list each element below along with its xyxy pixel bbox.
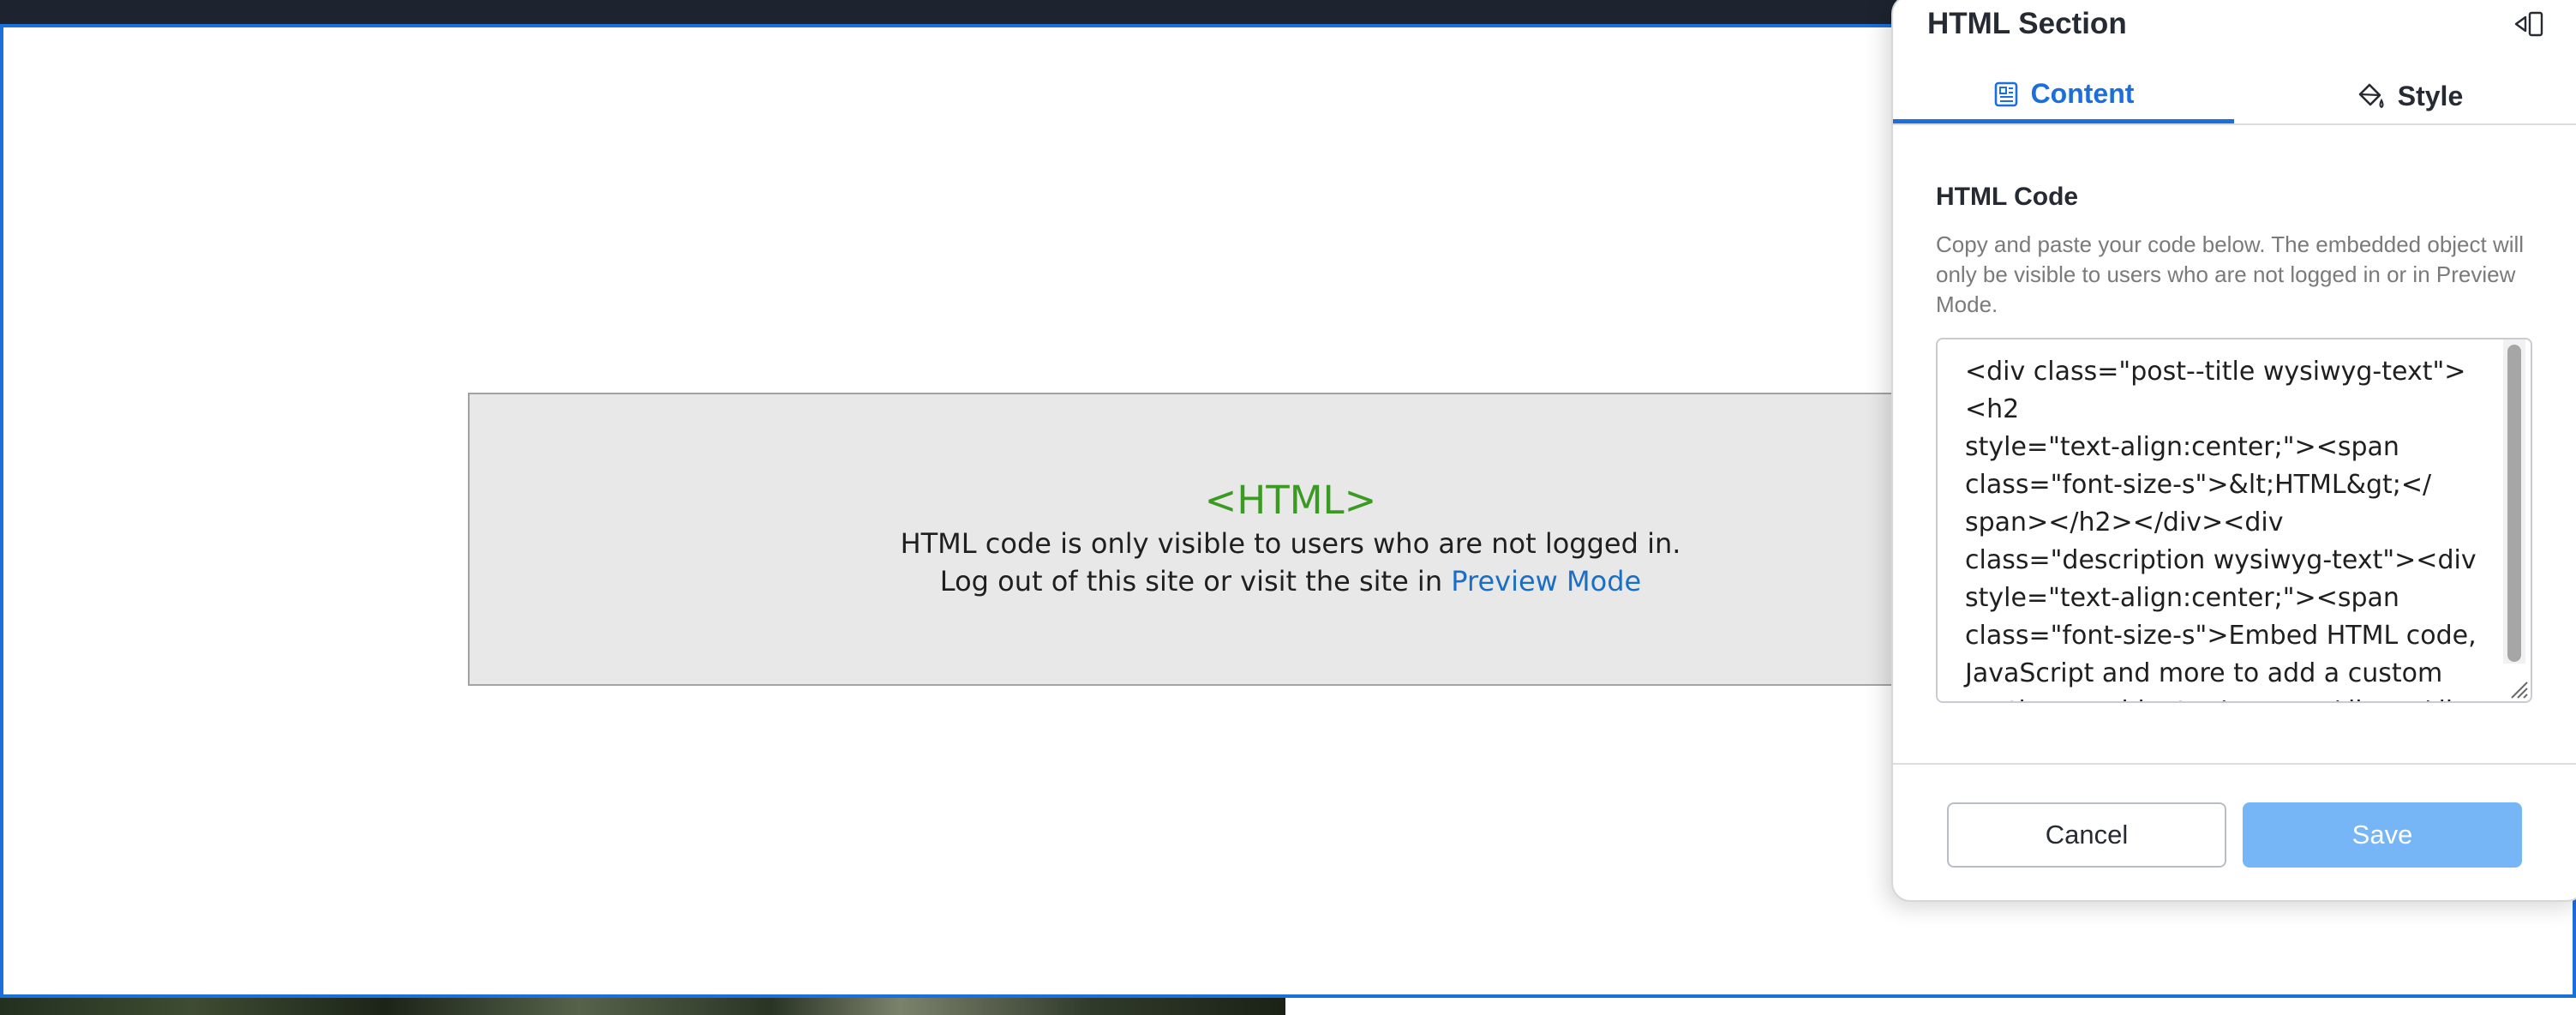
html-preview-placeholder: <HTML> HTML code is only visible to user…	[470, 394, 2112, 600]
html-code-value: <div class="post--title wysiwyg-text"><h…	[1965, 357, 2489, 701]
save-button[interactable]: Save	[2243, 802, 2522, 868]
html-preview-line-2-text: Log out of this site or visit the site i…	[939, 565, 1452, 598]
html-section-panel: HTML Section Content Style HTML Code Cop…	[1891, 0, 2576, 902]
preview-mode-link[interactable]: Preview Mode	[1451, 565, 1641, 598]
html-code-help-text: Copy and paste your code below. The embe…	[1936, 231, 2525, 317]
tab-style-label: Style	[2397, 80, 2464, 111]
paint-bucket-icon	[2358, 83, 2384, 109]
html-preview-line-1: HTML code is only visible to users who a…	[900, 527, 1681, 560]
code-scrollbar-thumb[interactable]	[2507, 345, 2521, 662]
collapse-panel-button[interactable]	[2508, 5, 2549, 43]
code-scrollbar[interactable]	[2503, 339, 2525, 664]
panel-tabs: Content Style	[1893, 69, 2576, 125]
tab-content-label: Content	[2030, 78, 2135, 109]
background-photo	[0, 998, 1285, 1015]
html-code-textarea[interactable]: <div class="post--title wysiwyg-text"><h…	[1936, 338, 2532, 703]
panel-body: HTML Code Copy and paste your code below…	[1893, 125, 2576, 763]
panel-title: HTML Section	[1927, 7, 2127, 40]
html-preview-title: <HTML>	[1204, 477, 1377, 523]
tab-style[interactable]: Style	[2234, 69, 2576, 123]
tab-content[interactable]: Content	[1893, 69, 2234, 123]
content-layout-icon	[1994, 81, 2017, 106]
html-preview-line-2: Log out of this site or visit the site i…	[470, 562, 2112, 600]
collapse-panel-icon	[2514, 11, 2543, 37]
cancel-button[interactable]: Cancel	[1947, 802, 2226, 868]
panel-footer: Cancel Save	[1893, 763, 2576, 902]
html-code-label: HTML Code	[1936, 183, 2079, 211]
resize-handle-icon[interactable]	[2505, 676, 2529, 700]
